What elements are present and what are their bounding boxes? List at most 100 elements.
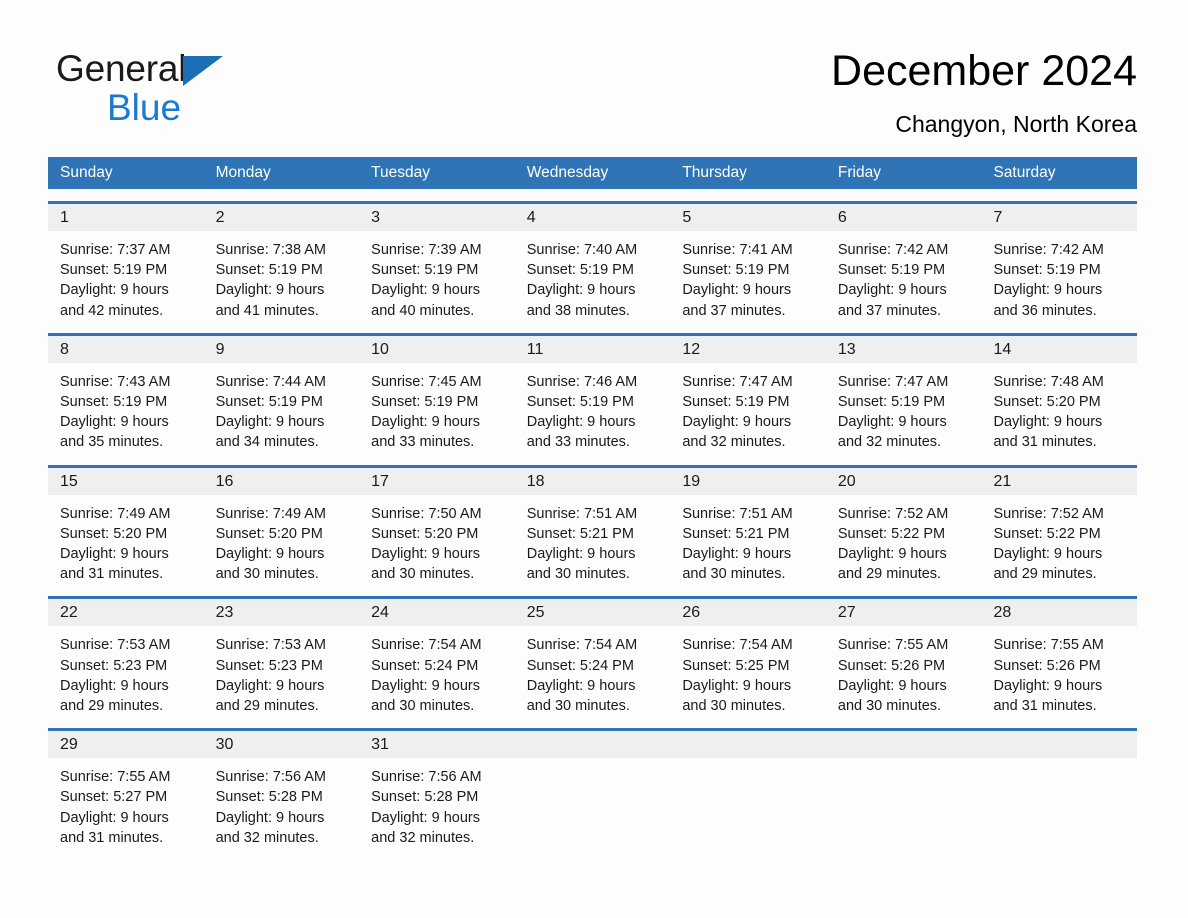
day-cell[interactable]: 20 Sunrise: 7:52 AM Sunset: 5:22 PM Dayl… — [825, 467, 982, 585]
daylight-text-line1: Daylight: 9 hours — [993, 677, 1103, 694]
sunset-text: Sunset: 5:19 PM — [837, 394, 946, 411]
daylight-text-line1: Daylight: 9 hours — [371, 282, 480, 299]
daylight-text-line2: and 32 minutes. — [215, 829, 319, 846]
day-cell[interactable]: 26 Sunrise: 7:54 AM Sunset: 5:25 PM Dayl… — [670, 599, 826, 716]
day-cell[interactable]: 29 Sunrise: 7:55 AM Sunset: 5:27 PM Dayl… — [48, 731, 204, 848]
daylight-text-line1: Daylight: 9 hours — [682, 677, 792, 694]
sunset-text: Sunset: 5:23 PM — [215, 657, 323, 674]
day-cell[interactable]: 6 Sunrise: 7:42 AM Sunset: 5:19 PM Dayli… — [825, 204, 982, 321]
daylight-text-line2: and 37 minutes. — [682, 302, 786, 319]
day-cell[interactable]: 7 Sunrise: 7:42 AM Sunset: 5:19 PM Dayli… — [981, 204, 1138, 321]
day-cell[interactable]: 22 Sunrise: 7:53 AM Sunset: 5:23 PM Dayl… — [48, 599, 204, 716]
day-number-band: 13 — [825, 335, 982, 363]
day-number: 2 — [215, 209, 225, 226]
sunset-text: Sunset: 5:20 PM — [215, 525, 323, 542]
day-number: 7 — [993, 209, 1003, 226]
day-number-band: 9 — [203, 335, 360, 363]
daylight-text-line1: Daylight: 9 hours — [215, 414, 325, 431]
day-cell[interactable]: 17 Sunrise: 7:50 AM Sunset: 5:20 PM Dayl… — [359, 467, 515, 585]
day-number: 6 — [837, 209, 847, 226]
day-number: 9 — [215, 340, 225, 358]
day-details: Sunrise: 7:55 AM Sunset: 5:26 PM Dayligh… — [826, 626, 982, 716]
daylight-text-line2: and 30 minutes. — [215, 566, 319, 583]
day-cell[interactable]: 12 Sunrise: 7:47 AM Sunset: 5:19 PM Dayl… — [670, 335, 826, 453]
day-number-band: 15 — [48, 467, 204, 495]
day-cell[interactable]: 27 Sunrise: 7:55 AM Sunset: 5:26 PM Dayl… — [825, 599, 982, 716]
day-details: Sunrise: 7:56 AM Sunset: 5:28 PM Dayligh… — [204, 758, 360, 848]
daylight-text-line1: Daylight: 9 hours — [215, 546, 325, 563]
day-cell-empty — [981, 731, 1138, 848]
sunrise-text: Sunrise: 7:39 AM — [371, 242, 482, 258]
daylight-text-line2: and 37 minutes. — [837, 302, 942, 319]
day-details: Sunrise: 7:43 AM Sunset: 5:19 PM Dayligh… — [48, 363, 204, 453]
sunrise-text: Sunrise: 7:54 AM — [526, 637, 638, 654]
day-details: Sunrise: 7:51 AM Sunset: 5:21 PM Dayligh… — [515, 495, 671, 585]
day-cell[interactable]: 13 Sunrise: 7:47 AM Sunset: 5:19 PM Dayl… — [825, 335, 982, 453]
sunset-text: Sunset: 5:19 PM — [371, 262, 479, 279]
day-cell[interactable]: 30 Sunrise: 7:56 AM Sunset: 5:28 PM Dayl… — [203, 731, 360, 848]
sunrise-text: Sunrise: 7:51 AM — [526, 505, 638, 522]
sunrise-text: Sunrise: 7:37 AM — [60, 242, 171, 258]
day-number: 26 — [682, 604, 701, 622]
day-number-band: 8 — [48, 335, 204, 363]
day-cell[interactable]: 1 Sunrise: 7:37 AM Sunset: 5:19 PM Dayli… — [48, 204, 204, 321]
day-details: Sunrise: 7:52 AM Sunset: 5:22 PM Dayligh… — [826, 495, 982, 585]
day-cell[interactable]: 21 Sunrise: 7:52 AM Sunset: 5:22 PM Dayl… — [981, 467, 1138, 585]
day-details: Sunrise: 7:50 AM Sunset: 5:20 PM Dayligh… — [359, 495, 515, 585]
day-cell[interactable]: 11 Sunrise: 7:46 AM Sunset: 5:19 PM Dayl… — [514, 335, 671, 453]
day-cell[interactable]: 5 Sunrise: 7:41 AM Sunset: 5:19 PM Dayli… — [670, 204, 826, 321]
daylight-text-line2: and 35 minutes. — [60, 434, 164, 451]
daylight-text-line1: Daylight: 9 hours — [371, 546, 480, 563]
sunset-text: Sunset: 5:26 PM — [993, 657, 1101, 674]
daylight-text-line1: Daylight: 9 hours — [993, 282, 1103, 299]
sunrise-text: Sunrise: 7:54 AM — [371, 637, 482, 654]
sunset-text: Sunset: 5:26 PM — [837, 657, 946, 674]
day-details: Sunrise: 7:54 AM Sunset: 5:24 PM Dayligh… — [515, 626, 671, 716]
day-cell[interactable]: 16 Sunrise: 7:49 AM Sunset: 5:20 PM Dayl… — [203, 467, 360, 585]
day-cell[interactable]: 14 Sunrise: 7:48 AM Sunset: 5:20 PM Dayl… — [981, 335, 1138, 453]
sunrise-text: Sunrise: 7:42 AM — [993, 242, 1104, 258]
day-cell[interactable]: 28 Sunrise: 7:55 AM Sunset: 5:26 PM Dayl… — [981, 599, 1138, 716]
weekday-header-thursday: Thursday — [682, 164, 747, 181]
day-number-band: 31 — [359, 731, 515, 759]
day-number: 29 — [60, 736, 78, 754]
day-cell[interactable]: 31 Sunrise: 7:56 AM Sunset: 5:28 PM Dayl… — [359, 731, 515, 848]
day-cell[interactable]: 15 Sunrise: 7:49 AM Sunset: 5:20 PM Dayl… — [48, 467, 204, 585]
day-cell[interactable]: 25 Sunrise: 7:54 AM Sunset: 5:24 PM Dayl… — [514, 599, 671, 716]
sunset-text: Sunset: 5:22 PM — [837, 525, 946, 542]
day-cell[interactable]: 3 Sunrise: 7:39 AM Sunset: 5:19 PM Dayli… — [359, 204, 515, 321]
day-number-band — [514, 731, 671, 759]
daylight-text-line1: Daylight: 9 hours — [526, 414, 636, 431]
day-cell[interactable]: 18 Sunrise: 7:51 AM Sunset: 5:21 PM Dayl… — [514, 467, 671, 585]
day-cell[interactable]: 2 Sunrise: 7:38 AM Sunset: 5:19 PM Dayli… — [203, 204, 360, 321]
day-cell[interactable]: 24 Sunrise: 7:54 AM Sunset: 5:24 PM Dayl… — [359, 599, 515, 716]
day-cell[interactable]: 23 Sunrise: 7:53 AM Sunset: 5:23 PM Dayl… — [203, 599, 360, 716]
day-cell[interactable]: 4 Sunrise: 7:40 AM Sunset: 5:19 PM Dayli… — [514, 204, 671, 321]
day-cell[interactable]: 19 Sunrise: 7:51 AM Sunset: 5:21 PM Dayl… — [670, 467, 826, 585]
sunrise-text: Sunrise: 7:47 AM — [682, 373, 793, 390]
sunset-text: Sunset: 5:21 PM — [526, 525, 634, 542]
daylight-text-line2: and 32 minutes. — [837, 434, 942, 451]
day-number: 31 — [371, 736, 389, 754]
sunrise-text: Sunrise: 7:56 AM — [371, 769, 482, 786]
day-number: 3 — [371, 209, 381, 226]
page-header: General Blue December 2024 Changyon, Nor… — [48, 44, 1137, 144]
day-cell[interactable]: 8 Sunrise: 7:43 AM Sunset: 5:19 PM Dayli… — [48, 335, 204, 453]
day-details: Sunrise: 7:39 AM Sunset: 5:19 PM Dayligh… — [359, 231, 515, 321]
sunset-text: Sunset: 5:24 PM — [371, 657, 479, 674]
general-blue-logo[interactable]: General Blue — [56, 46, 286, 142]
day-cell[interactable]: 10 Sunrise: 7:45 AM Sunset: 5:19 PM Dayl… — [359, 335, 515, 453]
sunset-text: Sunset: 5:19 PM — [837, 262, 946, 279]
day-number: 8 — [60, 340, 69, 358]
sunset-text: Sunset: 5:28 PM — [215, 789, 323, 806]
day-number-band: 7 — [981, 204, 1138, 231]
day-number: 24 — [371, 604, 389, 622]
daylight-text-line1: Daylight: 9 hours — [837, 282, 947, 299]
daylight-text-line2: and 30 minutes. — [682, 698, 786, 715]
day-number-band: 16 — [203, 467, 360, 495]
day-number-band — [825, 731, 982, 759]
day-details: Sunrise: 7:37 AM Sunset: 5:19 PM Dayligh… — [48, 231, 204, 321]
day-details — [826, 758, 982, 767]
sunset-text: Sunset: 5:24 PM — [526, 657, 634, 674]
day-cell[interactable]: 9 Sunrise: 7:44 AM Sunset: 5:19 PM Dayli… — [203, 335, 360, 453]
